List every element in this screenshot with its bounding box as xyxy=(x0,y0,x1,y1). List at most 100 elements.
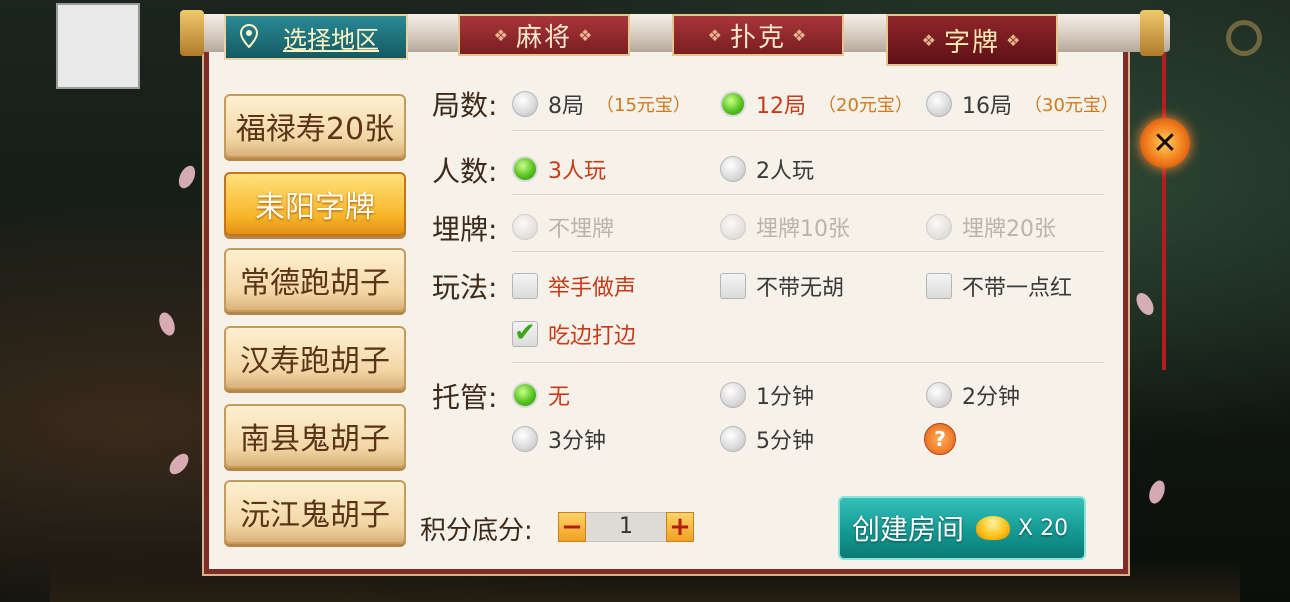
help-icon[interactable]: ? xyxy=(924,423,956,455)
radio-selected-icon xyxy=(512,156,538,182)
plus-button[interactable]: + xyxy=(666,512,694,542)
bury-option-none: 不埋牌 xyxy=(512,211,614,243)
option-price: （30元宝） xyxy=(1024,95,1119,116)
scroll-cap-left xyxy=(180,10,204,56)
ornament-icon: ❖ xyxy=(493,25,510,45)
option-label: 无 xyxy=(548,385,571,410)
base-score-stepper: − 1 + xyxy=(558,512,694,542)
radio-selected-icon xyxy=(720,91,746,117)
checkmark-icon: ✔ xyxy=(512,320,538,347)
rule-option-chibian[interactable]: ✔ 吃边打边 xyxy=(512,318,636,350)
option-label: 2分钟 xyxy=(962,385,1020,410)
option-label: 12局 xyxy=(756,94,806,119)
checkbox-icon xyxy=(720,273,746,299)
region-item[interactable]: 汉寿跑胡子 xyxy=(224,326,406,390)
base-score-label: 积分底分: xyxy=(420,516,533,546)
bury-option-10: 埋牌10张 xyxy=(720,211,850,243)
option-label: 5分钟 xyxy=(756,429,814,454)
tassel-decoration xyxy=(1162,40,1166,370)
ornament-icon: ❖ xyxy=(1006,30,1023,50)
ornament-icon: ❖ xyxy=(707,25,724,45)
ornament-icon: ❖ xyxy=(921,30,938,50)
location-pin-icon xyxy=(240,24,258,48)
auto-option-2min[interactable]: 2分钟 xyxy=(926,379,1020,411)
avatar[interactable] xyxy=(56,3,140,89)
tab-mahjong-label: 麻将 xyxy=(515,22,572,53)
radio-icon xyxy=(926,214,952,240)
option-price: （15元宝） xyxy=(596,95,691,116)
rounds-option-12[interactable]: 12局 （20元宝） xyxy=(720,88,913,120)
players-option-3[interactable]: 3人玩 xyxy=(512,153,606,185)
rounds-option-8[interactable]: 8局 （15元宝） xyxy=(512,88,691,120)
region-item[interactable]: 沅江鬼胡子 xyxy=(224,480,406,544)
option-label: 3人玩 xyxy=(548,159,606,184)
radio-icon xyxy=(720,382,746,408)
rule-option-no-wuhu[interactable]: 不带无胡 xyxy=(720,270,844,302)
region-item[interactable]: 福禄寿20张 xyxy=(224,94,406,158)
radio-icon xyxy=(926,382,952,408)
radio-icon xyxy=(512,91,538,117)
option-label: 2人玩 xyxy=(756,159,814,184)
bury-label: 埋牌: xyxy=(432,213,498,246)
region-item[interactable]: 常德跑胡子 xyxy=(224,248,406,312)
option-label: 举手做声 xyxy=(548,276,637,301)
scroll-cap-right xyxy=(1140,10,1164,56)
option-label: 不带一点红 xyxy=(962,276,1073,301)
divider xyxy=(512,251,1104,252)
option-label: 吃边打边 xyxy=(548,324,637,349)
divider xyxy=(512,362,1104,363)
rounds-option-16[interactable]: 16局 （30元宝） xyxy=(926,88,1119,120)
create-room-button[interactable]: 创建房间 X 20 xyxy=(838,496,1086,560)
region-item[interactable]: 耒阳字牌 xyxy=(224,172,406,236)
option-label: 3分钟 xyxy=(548,429,606,454)
option-label: 埋牌10张 xyxy=(756,217,850,242)
region-select-tab[interactable]: 选择地区 xyxy=(224,14,408,60)
players-option-2[interactable]: 2人玩 xyxy=(720,153,814,185)
radio-icon xyxy=(926,91,952,117)
region-item[interactable]: 南县鬼胡子 xyxy=(224,404,406,468)
option-label: 埋牌20张 xyxy=(962,217,1056,242)
radio-icon xyxy=(720,426,746,452)
auto-option-1min[interactable]: 1分钟 xyxy=(720,379,814,411)
players-label: 人数: xyxy=(432,155,498,188)
close-button[interactable]: ✕ xyxy=(1140,118,1190,168)
radio-icon xyxy=(512,426,538,452)
tab-poker[interactable]: ❖ 扑克 ❖ xyxy=(672,14,844,56)
auto-label: 托管: xyxy=(432,381,498,414)
option-label: 不带无胡 xyxy=(756,276,845,301)
checkbox-icon xyxy=(926,273,952,299)
radio-icon xyxy=(720,156,746,182)
radio-selected-icon xyxy=(512,382,538,408)
create-room-label: 创建房间 xyxy=(852,513,965,546)
option-label: 1分钟 xyxy=(756,385,814,410)
gold-ingot-icon xyxy=(976,516,1011,540)
gear-icon[interactable] xyxy=(1226,20,1262,56)
tab-zipai[interactable]: ❖ 字牌 ❖ xyxy=(886,14,1058,66)
radio-icon xyxy=(512,214,538,240)
close-icon: ✕ xyxy=(1152,125,1178,161)
ornament-icon: ❖ xyxy=(792,25,809,45)
tab-mahjong[interactable]: ❖ 麻将 ❖ xyxy=(458,14,630,56)
divider xyxy=(512,130,1104,131)
option-label: 16局 xyxy=(962,94,1012,119)
auto-option-3min[interactable]: 3分钟 xyxy=(512,423,606,455)
tab-poker-label: 扑克 xyxy=(729,22,786,53)
region-tab-label: 选择地区 xyxy=(283,25,379,54)
rule-option-no-yidianhong[interactable]: 不带一点红 xyxy=(926,270,1072,302)
option-label: 不埋牌 xyxy=(548,217,615,242)
option-label: 8局 xyxy=(548,94,584,119)
base-score-value: 1 xyxy=(586,512,666,542)
checkbox-icon xyxy=(512,273,538,299)
rule-option-raise-hand[interactable]: 举手做声 xyxy=(512,270,636,302)
ornament-icon: ❖ xyxy=(578,25,595,45)
create-room-cost: X 20 xyxy=(1018,515,1069,541)
option-price: （20元宝） xyxy=(818,95,913,116)
rounds-label: 局数: xyxy=(432,89,498,122)
divider xyxy=(512,194,1104,195)
auto-option-none[interactable]: 无 xyxy=(512,379,570,411)
radio-icon xyxy=(720,214,746,240)
minus-button[interactable]: − xyxy=(558,512,586,542)
auto-option-5min[interactable]: 5分钟 xyxy=(720,423,814,455)
tab-zipai-label: 字牌 xyxy=(943,27,1000,58)
rules-label: 玩法: xyxy=(432,271,498,304)
